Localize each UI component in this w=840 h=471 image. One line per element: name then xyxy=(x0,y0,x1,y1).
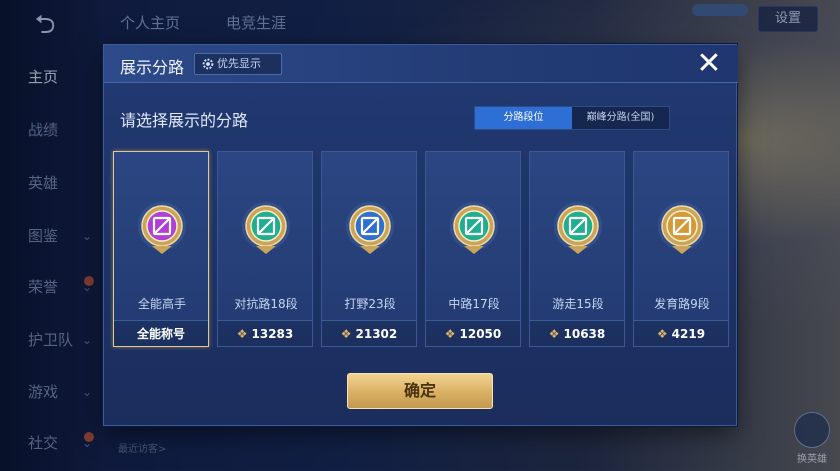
lane-card-label: 中路17段 xyxy=(448,297,500,311)
lane-card-footer-value: 10638 xyxy=(563,327,606,341)
lane-card[interactable]: 游走15段 ❖ 10638 xyxy=(529,151,625,347)
lane-card-footer: ❖ 10638 xyxy=(530,320,624,346)
lane-card[interactable]: 打野23段 ❖ 21302 xyxy=(321,151,417,347)
lane-card-footer-value: 全能称号 xyxy=(136,327,185,341)
lane-card-footer-value: 13283 xyxy=(251,327,294,341)
modal-title: 展示分路 xyxy=(120,58,185,77)
points-icon: ❖ xyxy=(548,327,560,341)
lane-card-label: 发育路9段 xyxy=(654,297,710,311)
lane-card[interactable]: 对抗路18段 ❖ 13283 xyxy=(217,151,313,347)
priority-display-label: 优先显示 xyxy=(217,57,261,70)
lane-card-footer: ❖ 13283 xyxy=(218,320,312,346)
lane-card-footer: ❖ 12050 xyxy=(426,320,520,346)
lane-card-footer-value: 21302 xyxy=(355,327,398,341)
lane-card-footer-value: 12050 xyxy=(459,327,502,341)
toggle-lane-rank[interactable]: 分路段位 xyxy=(475,107,572,129)
roam-badge-icon xyxy=(554,202,602,254)
lane-card-label: 游走15段 xyxy=(552,297,604,311)
gear-icon xyxy=(202,58,214,70)
lane-cards: 全能高手 全能称号 对抗路18段 ❖ 13283 打野23段 ❖ 21302 中路17段 ❖ 120… xyxy=(113,151,729,347)
lane-card[interactable]: 发育路9段 ❖ 4219 xyxy=(633,151,729,347)
lane-card[interactable]: 中路17段 ❖ 12050 xyxy=(425,151,521,347)
mid-lane-badge-icon xyxy=(450,202,498,254)
confirm-button[interactable]: 确定 xyxy=(347,373,493,409)
lane-card-footer: ❖ 21302 xyxy=(322,320,416,346)
points-icon: ❖ xyxy=(340,327,352,341)
priority-display-button[interactable]: 优先显示 xyxy=(194,53,282,75)
modal-header: 展示分路 优先显示 ✕ xyxy=(104,45,738,83)
jungle-badge-icon xyxy=(346,202,394,254)
lane-card-label: 对抗路18段 xyxy=(234,297,298,311)
points-icon: ❖ xyxy=(656,327,668,341)
all-round-badge-icon xyxy=(138,202,186,254)
modal-subtitle: 请选择展示的分路 xyxy=(120,111,249,130)
lane-card-label: 全能高手 xyxy=(137,297,186,311)
lane-card-label: 打野23段 xyxy=(344,297,396,311)
lane-card-footer-value: 4219 xyxy=(671,327,706,341)
lane-mode-toggle: 分路段位 巅峰分路(全国) xyxy=(474,106,670,130)
display-lane-modal: 展示分路 优先显示 ✕ 请选择展示的分路 分路段位 巅峰分路(全国) 全能高手全… xyxy=(103,44,738,426)
points-icon: ❖ xyxy=(236,327,248,341)
toggle-peak-lane[interactable]: 巅峰分路(全国) xyxy=(572,107,669,129)
close-icon[interactable]: ✕ xyxy=(694,49,724,79)
points-icon: ❖ xyxy=(444,327,456,341)
lane-card-footer: 全能称号 xyxy=(114,320,208,346)
lane-card-footer: ❖ 4219 xyxy=(634,320,728,346)
clash-lane-badge-icon xyxy=(242,202,290,254)
lane-card[interactable]: 全能高手 全能称号 xyxy=(113,151,209,347)
farm-lane-badge-icon xyxy=(658,202,706,254)
